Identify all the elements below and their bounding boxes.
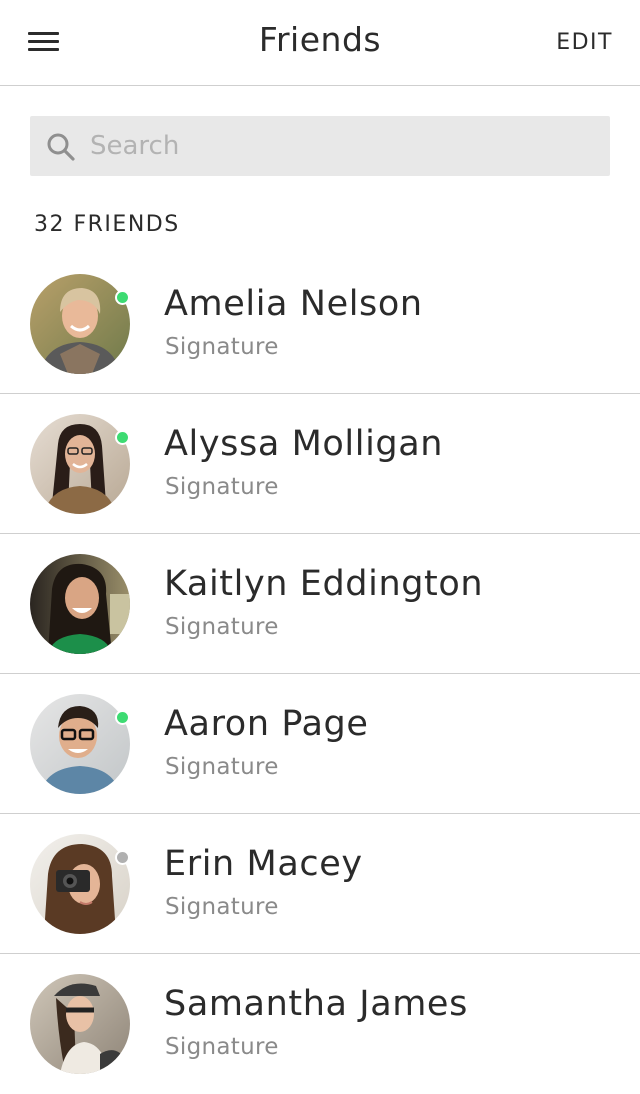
friend-signature: Signature bbox=[165, 754, 279, 780]
search-bar[interactable] bbox=[30, 116, 610, 176]
friend-signature: Signature bbox=[165, 894, 279, 920]
friend-row[interactable]: Kaitlyn Eddington Signature bbox=[0, 534, 640, 674]
friend-name: Aaron Page bbox=[164, 704, 369, 744]
friend-row[interactable]: Alyssa Molligan Signature bbox=[0, 394, 640, 534]
avatar bbox=[30, 554, 130, 654]
avatar bbox=[30, 414, 130, 514]
friend-row[interactable]: Amelia Nelson Signature bbox=[0, 254, 640, 394]
friend-signature: Signature bbox=[165, 614, 279, 640]
friend-name: Samantha James bbox=[164, 984, 468, 1024]
online-status-indicator bbox=[115, 710, 130, 725]
avatar bbox=[30, 974, 130, 1074]
avatar bbox=[30, 694, 130, 794]
avatar bbox=[30, 834, 130, 934]
friend-name: Amelia Nelson bbox=[164, 284, 423, 324]
friend-row[interactable]: Erin Macey Signature bbox=[0, 814, 640, 954]
friend-name: Erin Macey bbox=[164, 844, 363, 884]
friend-signature: Signature bbox=[165, 474, 279, 500]
online-status-indicator bbox=[115, 290, 130, 305]
search-input[interactable] bbox=[90, 116, 595, 176]
friend-name: Kaitlyn Eddington bbox=[164, 564, 484, 604]
online-status-indicator bbox=[115, 430, 130, 445]
friends-list: Amelia Nelson Signature Alyssa Molligan … bbox=[0, 254, 640, 1094]
friend-row[interactable]: Samantha James Signature bbox=[0, 954, 640, 1094]
page-title: Friends bbox=[258, 20, 382, 59]
top-bar: Friends EDIT bbox=[0, 0, 640, 86]
friend-signature: Signature bbox=[165, 334, 279, 360]
search-icon bbox=[47, 133, 75, 161]
offline-status-indicator bbox=[115, 850, 130, 865]
friend-name: Alyssa Molligan bbox=[164, 424, 444, 464]
friends-count: 32 FRIENDS bbox=[34, 212, 180, 237]
friend-signature: Signature bbox=[165, 1034, 279, 1060]
friend-row[interactable]: Aaron Page Signature bbox=[0, 674, 640, 814]
avatar bbox=[30, 274, 130, 374]
edit-button[interactable]: EDIT bbox=[556, 30, 613, 55]
